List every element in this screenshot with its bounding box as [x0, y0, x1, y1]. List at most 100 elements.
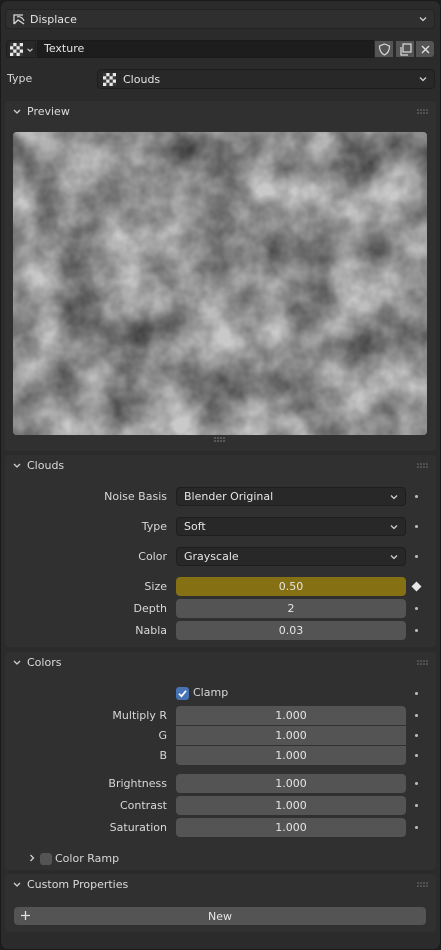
checkerboard-icon: [103, 73, 116, 86]
chevron-down-icon: [13, 882, 21, 887]
multiply-r-label: Multiply R: [112, 709, 167, 722]
preview-panel-header[interactable]: Preview: [5, 101, 436, 123]
preview-panel-title: Preview: [27, 105, 70, 118]
keyframe-dot-icon[interactable]: [415, 754, 418, 757]
custom-properties-panel-header[interactable]: Custom Properties: [5, 874, 436, 896]
multiply-g-label: G: [158, 729, 167, 742]
checkerboard-icon: [10, 43, 23, 56]
duplicate-texture-button[interactable]: [395, 40, 415, 58]
noise-basis-label: Noise Basis: [104, 490, 167, 503]
noise-basis-value: Blender Original: [184, 490, 274, 503]
keyframe-dot-icon[interactable]: [415, 782, 418, 785]
colors-panel-title: Colors: [27, 656, 62, 669]
multiply-r-value: 1.000: [275, 709, 307, 722]
multiply-g-value: 1.000: [275, 729, 307, 742]
chevron-down-icon: [27, 48, 33, 52]
keyframe-dot-icon[interactable]: [415, 525, 418, 528]
contrast-label: Contrast: [119, 799, 167, 812]
custom-properties-panel-title: Custom Properties: [27, 878, 129, 891]
duplicate-icon: [400, 43, 412, 56]
saturation-value: 1.000: [275, 821, 307, 834]
drag-grip-icon[interactable]: [417, 109, 429, 115]
fake-user-button[interactable]: [374, 40, 394, 58]
resize-grip-icon[interactable]: [214, 437, 226, 443]
keyframe-dot-icon[interactable]: [415, 692, 418, 695]
chevron-down-icon: [390, 525, 398, 530]
color-dropdown[interactable]: Grayscale: [176, 547, 406, 566]
keyframe-dot-icon[interactable]: [415, 804, 418, 807]
chevron-down-icon: [419, 77, 427, 82]
drag-grip-icon[interactable]: [417, 660, 429, 666]
multiply-g-field[interactable]: 1.000: [176, 726, 406, 745]
clouds-panel-title: Clouds: [27, 459, 65, 472]
plus-icon: [21, 911, 30, 920]
preview-panel: Preview: [5, 101, 436, 451]
clamp-label[interactable]: Clamp: [193, 686, 228, 699]
multiply-b-field[interactable]: 1.000: [176, 746, 406, 765]
size-field[interactable]: 0.50: [176, 577, 406, 596]
color-ramp-subpanel-header[interactable]: Color Ramp: [25, 850, 225, 868]
clouds-type-label: Type: [141, 520, 167, 533]
clouds-type-dropdown[interactable]: Soft: [176, 517, 406, 536]
contrast-value: 1.000: [275, 799, 307, 812]
new-property-label: New: [208, 909, 232, 923]
drag-grip-icon[interactable]: [417, 463, 429, 469]
modifier-dropdown[interactable]: Displace: [5, 9, 435, 29]
keyframe-dot-icon[interactable]: [415, 555, 418, 558]
clouds-panel-header[interactable]: Clouds: [5, 455, 436, 477]
keyframe-diamond-icon[interactable]: [411, 581, 422, 592]
nabla-field[interactable]: 0.03: [176, 621, 406, 640]
colors-panel-header[interactable]: Colors: [5, 652, 436, 674]
properties-editor: Displace Texture Type Clouds Preview Clo…: [0, 0, 441, 950]
clamp-checkbox[interactable]: [176, 687, 189, 700]
type-label: Type: [7, 72, 33, 85]
multiply-b-label: B: [159, 749, 167, 762]
modifier-name: Displace: [30, 12, 77, 26]
saturation-field[interactable]: 1.000: [176, 818, 406, 837]
displace-modifier-icon: [13, 14, 25, 25]
depth-field[interactable]: 2: [176, 599, 406, 618]
keyframe-dot-icon[interactable]: [415, 629, 418, 632]
color-ramp-checkbox[interactable]: [40, 853, 52, 865]
keyframe-dot-icon[interactable]: [415, 714, 418, 717]
keyframe-dot-icon[interactable]: [415, 734, 418, 737]
chevron-right-icon: [30, 854, 35, 862]
texture-browse-button[interactable]: [6, 40, 36, 58]
nabla-value: 0.03: [278, 624, 304, 637]
chevron-down-icon: [419, 17, 427, 22]
unlink-texture-button[interactable]: [415, 40, 435, 58]
keyframe-dot-icon[interactable]: [415, 495, 418, 498]
noise-basis-dropdown[interactable]: Blender Original: [176, 487, 406, 506]
texture-name: Texture: [44, 42, 85, 55]
clouds-type-value: Soft: [184, 520, 206, 533]
nabla-label: Nabla: [135, 624, 167, 637]
clouds-noise-preview: [13, 132, 427, 435]
chevron-down-icon: [390, 495, 398, 500]
texture-name-field[interactable]: Texture: [37, 40, 374, 58]
texture-preview-image: [13, 132, 427, 435]
brightness-label: Brightness: [108, 777, 167, 790]
brightness-value: 1.000: [275, 777, 307, 790]
texture-type-dropdown[interactable]: Clouds: [97, 69, 435, 89]
chevron-down-icon: [390, 555, 398, 560]
color-label: Color: [138, 550, 167, 563]
brightness-field[interactable]: 1.000: [176, 774, 406, 793]
close-icon: [421, 45, 430, 54]
depth-value: 2: [287, 602, 295, 615]
texture-type-value: Clouds: [123, 72, 161, 86]
chevron-down-icon: [13, 463, 21, 468]
keyframe-dot-icon[interactable]: [415, 607, 418, 610]
contrast-field[interactable]: 1.000: [176, 796, 406, 815]
chevron-down-icon: [13, 109, 21, 114]
multiply-r-field[interactable]: 1.000: [176, 706, 406, 725]
color-ramp-label: Color Ramp: [55, 852, 120, 865]
keyframe-dot-icon[interactable]: [415, 826, 418, 829]
new-property-button[interactable]: New: [14, 907, 426, 925]
drag-grip-icon[interactable]: [417, 882, 429, 888]
chevron-down-icon: [13, 660, 21, 665]
color-value: Grayscale: [184, 550, 239, 563]
shield-icon: [378, 43, 391, 56]
multiply-b-value: 1.000: [275, 749, 307, 762]
depth-label: Depth: [133, 602, 167, 615]
checkmark-icon: [178, 690, 187, 698]
